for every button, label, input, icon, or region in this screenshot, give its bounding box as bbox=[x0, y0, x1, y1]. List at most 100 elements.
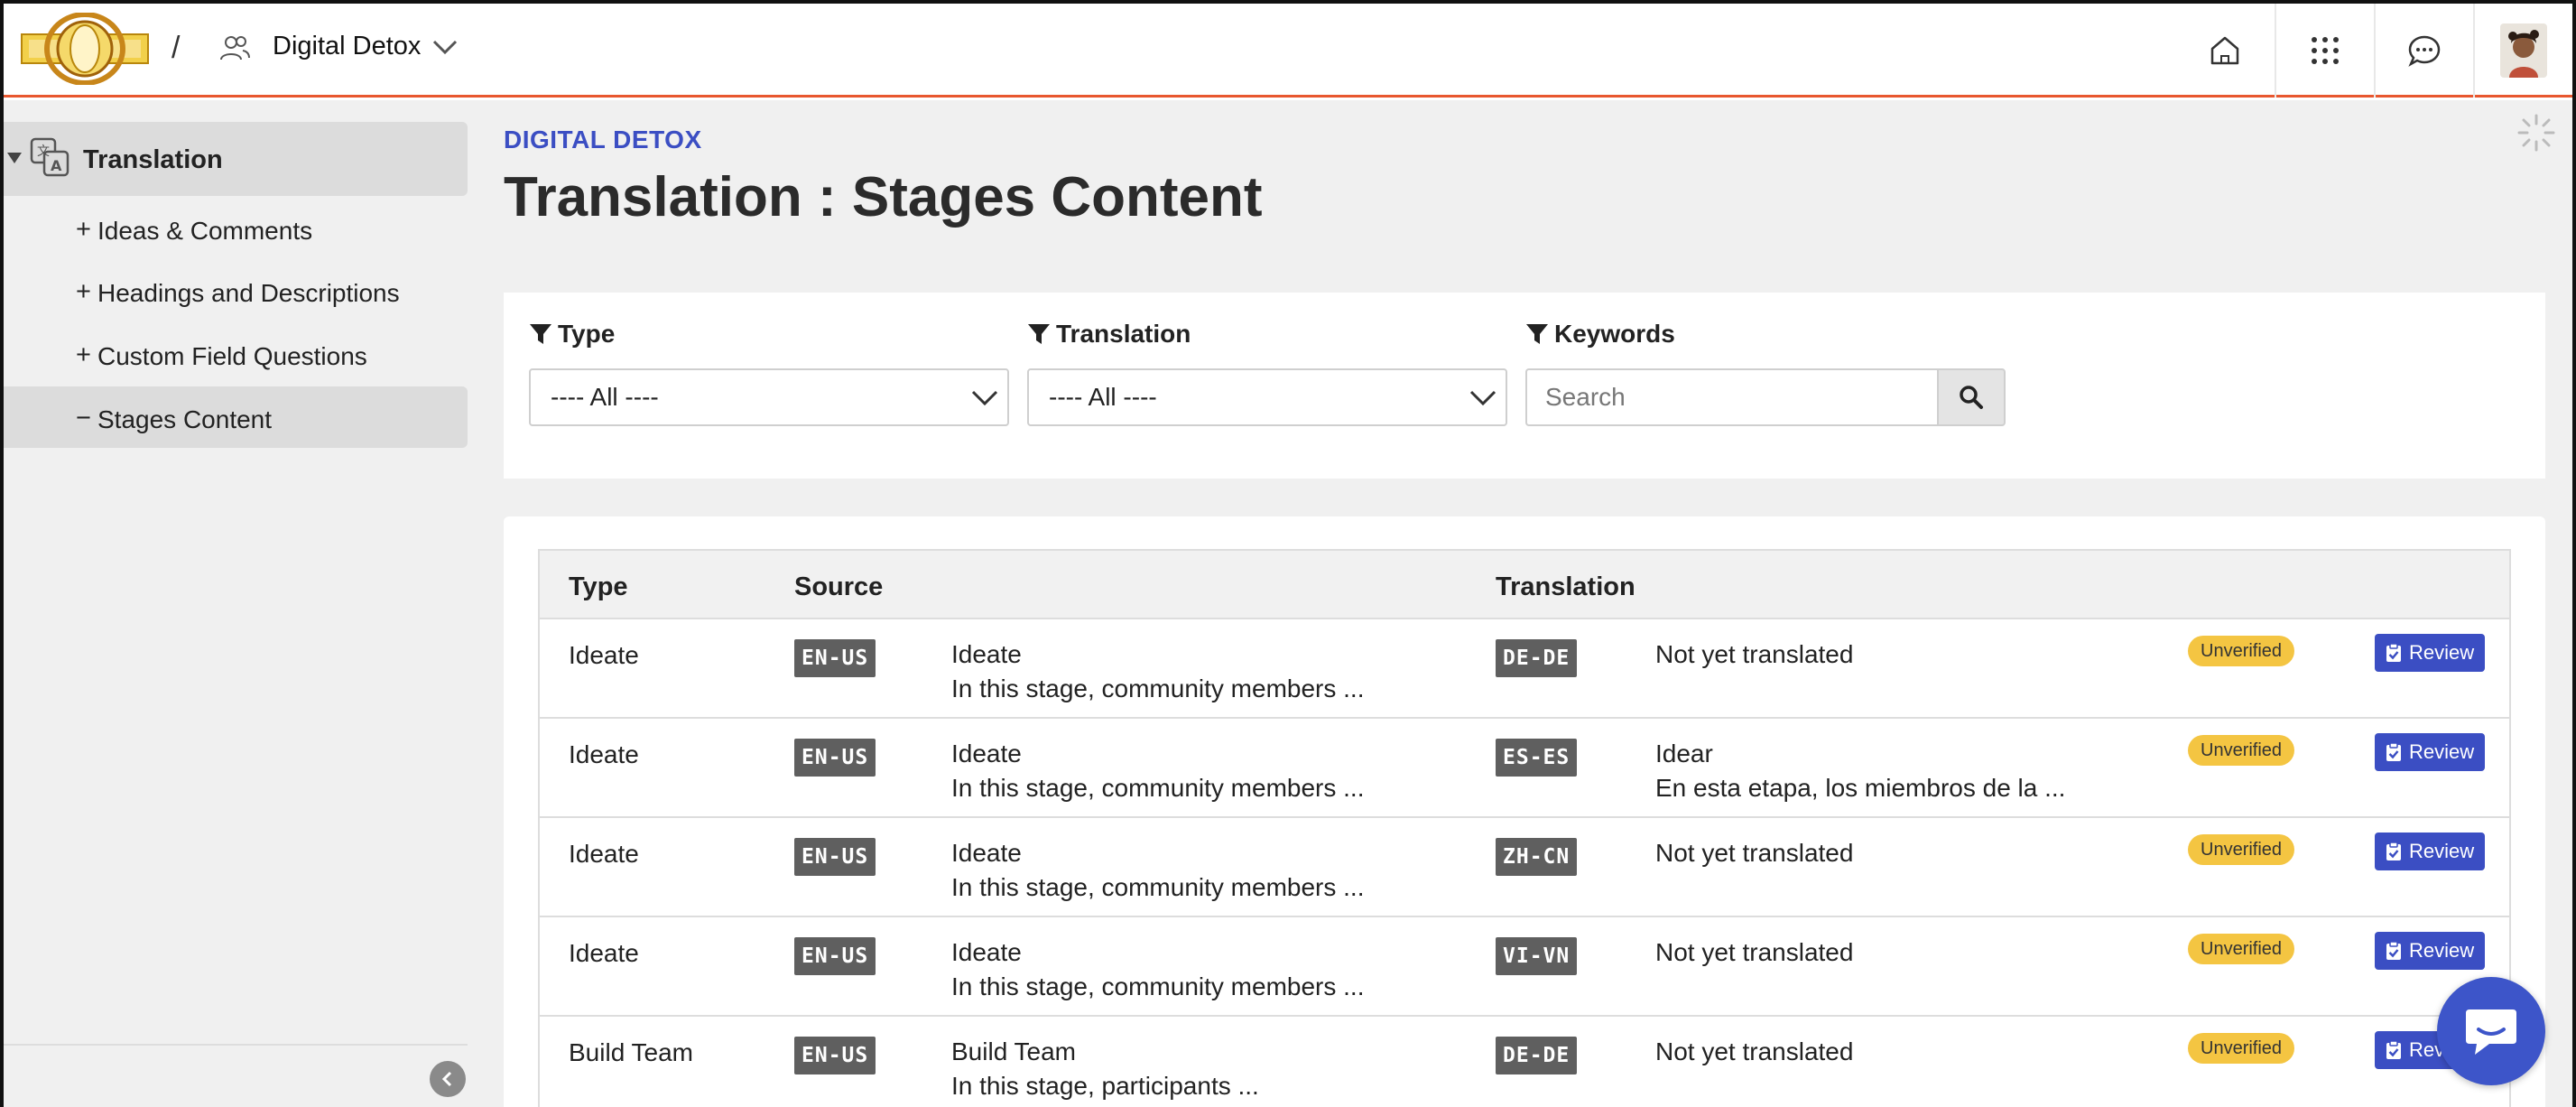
sidebar-parent-label: Translation bbox=[83, 145, 223, 174]
home-button[interactable] bbox=[2175, 4, 2275, 98]
translation-title: Not yet translated bbox=[1655, 839, 1854, 867]
sidebar-item-label: Stages Content bbox=[97, 405, 273, 433]
table-card: Type Source Translation Ideate EN-US Ide… bbox=[504, 516, 2545, 1107]
translation-title: Not yet translated bbox=[1655, 1037, 1854, 1065]
table-header: Type Source Translation bbox=[540, 551, 2509, 619]
filter-label-text: Type bbox=[558, 320, 616, 348]
project-switcher-label[interactable]: Digital Detox bbox=[273, 32, 421, 61]
search-input[interactable] bbox=[1525, 368, 1937, 426]
sidebar-item-stages-content[interactable]: − Stages Content bbox=[4, 386, 468, 448]
translation-title: Not yet translated bbox=[1655, 640, 1854, 668]
row-type: Ideate bbox=[569, 740, 639, 768]
filter-label-text: Translation bbox=[1056, 320, 1191, 348]
clipboard-check-icon bbox=[2386, 643, 2401, 662]
translation-filter: Translation ---- All ---- bbox=[1027, 320, 1507, 426]
expand-plus-icon: + bbox=[76, 340, 91, 369]
sidebar: 文 A Translation + Ideas & Comments + Hea… bbox=[4, 100, 482, 1107]
review-button[interactable]: Review bbox=[2375, 833, 2486, 870]
translate-icon: 文 A bbox=[30, 137, 69, 177]
loading-spinner-icon bbox=[2517, 114, 2555, 152]
status-badge: Unverified bbox=[2188, 636, 2295, 666]
breadcrumb-separator: / bbox=[171, 31, 181, 65]
user-avatar bbox=[2500, 23, 2547, 78]
type-select[interactable]: ---- All ---- bbox=[529, 368, 1009, 426]
translation-title: Not yet translated bbox=[1655, 938, 1854, 966]
main-content: DIGITAL DETOX Translation : Stages Conte… bbox=[482, 100, 2572, 1107]
review-button-label: Review bbox=[2409, 740, 2475, 763]
clipboard-check-icon bbox=[2386, 1040, 2401, 1059]
translation-language-badge: ZH-CN bbox=[1496, 838, 1578, 876]
svg-text:文: 文 bbox=[37, 144, 50, 159]
collapse-sidebar-button[interactable] bbox=[430, 1061, 466, 1097]
collapse-minus-icon: − bbox=[76, 404, 91, 433]
column-header-translation: Translation bbox=[1496, 572, 1635, 601]
sidebar-item-headings-descriptions[interactable]: + Headings and Descriptions bbox=[4, 260, 468, 321]
source-language-badge: EN-US bbox=[794, 838, 876, 876]
filter-icon bbox=[1526, 324, 1548, 344]
chevron-down-icon[interactable] bbox=[431, 36, 459, 60]
type-filter-label: Type bbox=[529, 320, 615, 349]
search-button[interactable] bbox=[1937, 368, 2006, 426]
source-title: Ideate bbox=[951, 740, 1022, 767]
table-body: Ideate EN-US Ideate In this stage, commu… bbox=[540, 619, 2509, 1107]
sidebar-item-label: Headings and Descriptions bbox=[97, 279, 400, 307]
translation-text: Not yet translated bbox=[1655, 637, 1853, 672]
source-description: In this stage, community members ... bbox=[951, 774, 1365, 802]
source-language-badge: EN-US bbox=[794, 1037, 876, 1074]
translation-text: Not yet translated bbox=[1655, 1035, 1853, 1069]
site-logo[interactable] bbox=[20, 13, 150, 85]
top-navbar: / Digital Detox bbox=[4, 4, 2572, 98]
translation-select-value: ---- All ---- bbox=[1049, 383, 1157, 411]
sidebar-item-translation[interactable]: 文 A Translation bbox=[4, 122, 468, 196]
table-row: Ideate EN-US Ideate In this stage, commu… bbox=[540, 719, 2509, 818]
translation-language-badge: ES-ES bbox=[1496, 739, 1578, 777]
source-description: In this stage, community members ... bbox=[951, 873, 1365, 901]
source-description: In this stage, community members ... bbox=[951, 972, 1365, 1000]
source-language-badge: EN-US bbox=[794, 739, 876, 777]
profile-button[interactable] bbox=[2473, 4, 2572, 98]
chevron-down-icon bbox=[971, 390, 998, 406]
review-button[interactable]: Review bbox=[2375, 733, 2486, 771]
review-button-label: Review bbox=[2409, 840, 2475, 862]
row-type: Build Team bbox=[569, 1038, 694, 1066]
messenger-icon bbox=[2466, 1009, 2516, 1055]
row-type: Ideate bbox=[569, 641, 639, 669]
sidebar-item-label: Ideas & Comments bbox=[97, 217, 313, 245]
filter-panel: Type ---- All ---- Translation ---- All … bbox=[504, 293, 2545, 479]
messages-button[interactable] bbox=[2374, 4, 2473, 98]
translation-text: Not yet translated bbox=[1655, 935, 1853, 970]
source-description: In this stage, participants ... bbox=[951, 1072, 1259, 1100]
row-type: Ideate bbox=[569, 840, 639, 868]
support-chat-button[interactable] bbox=[2437, 977, 2545, 1085]
source-language-badge: EN-US bbox=[794, 639, 876, 677]
apps-button[interactable] bbox=[2275, 4, 2374, 98]
review-button[interactable]: Review bbox=[2375, 634, 2486, 672]
sidebar-item-label: Custom Field Questions bbox=[97, 342, 367, 370]
clipboard-check-icon bbox=[2386, 842, 2401, 860]
translation-text: Idear En esta etapa, los miembros de la … bbox=[1655, 737, 2065, 805]
keywords-filter: Keywords bbox=[1525, 320, 2006, 426]
search-icon bbox=[1960, 386, 1983, 409]
chevron-down-icon bbox=[1469, 390, 1496, 406]
table-row: Build Team EN-US Build Team In this stag… bbox=[540, 1017, 2509, 1107]
status-badge: Unverified bbox=[2188, 735, 2295, 766]
type-filter: Type ---- All ---- bbox=[529, 320, 1009, 426]
column-header-type: Type bbox=[569, 572, 628, 601]
status-badge: Unverified bbox=[2188, 834, 2295, 865]
translation-text: Not yet translated bbox=[1655, 836, 1853, 870]
sidebar-item-custom-field-questions[interactable]: + Custom Field Questions bbox=[4, 323, 468, 385]
translation-title: Idear bbox=[1655, 740, 1713, 767]
filter-icon bbox=[530, 324, 551, 344]
source-text: Ideate In this stage, community members … bbox=[951, 935, 1365, 1004]
caret-down-icon[interactable] bbox=[7, 153, 22, 163]
column-header-source: Source bbox=[794, 572, 884, 601]
translation-filter-label: Translation bbox=[1027, 320, 1191, 349]
translation-select[interactable]: ---- All ---- bbox=[1027, 368, 1507, 426]
source-title: Ideate bbox=[951, 839, 1022, 867]
sidebar-item-ideas-comments[interactable]: + Ideas & Comments bbox=[4, 198, 468, 259]
translation-description: En esta etapa, los miembros de la ... bbox=[1655, 774, 2066, 802]
status-badge: Unverified bbox=[2188, 934, 2295, 964]
expand-plus-icon: + bbox=[76, 277, 91, 306]
sidebar-divider bbox=[4, 1044, 468, 1046]
review-button[interactable]: Review bbox=[2375, 932, 2486, 970]
